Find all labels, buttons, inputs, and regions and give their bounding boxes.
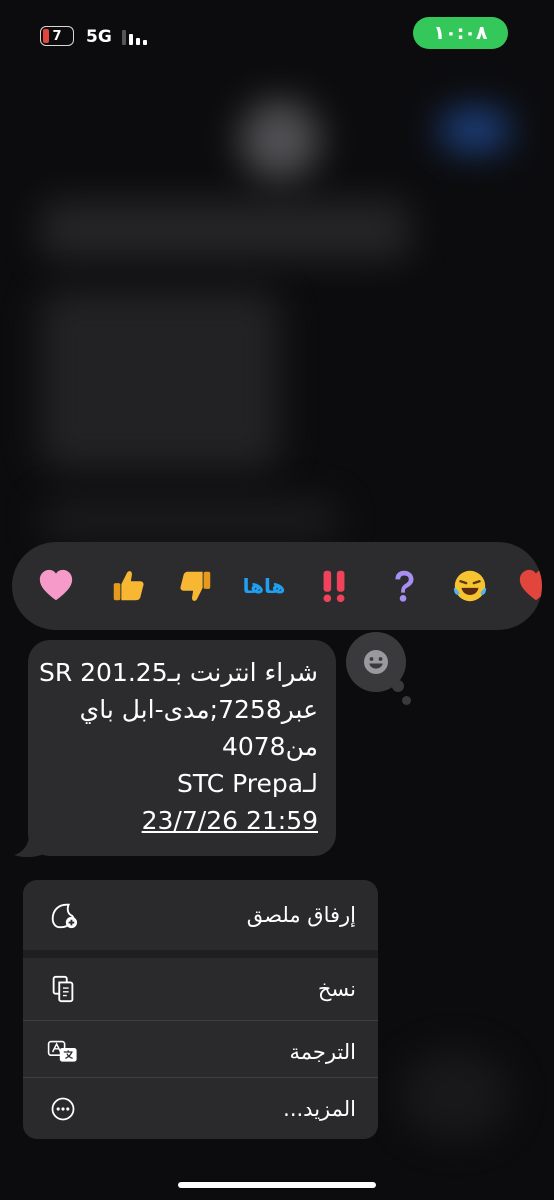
menu-item-label: المزيد... [283, 1097, 356, 1121]
message-line: من4078 [221, 732, 318, 761]
menu-item-copy[interactable]: نسخ [23, 958, 378, 1020]
battery-level: 7 [52, 28, 62, 44]
menu-item-translate[interactable]: الترجمة [23, 1021, 378, 1083]
menu-separator [23, 950, 378, 958]
translate-icon [47, 1036, 79, 1068]
sticker-add-icon [47, 899, 79, 931]
message-date-link[interactable]: 21:59 23/7/26 [46, 802, 318, 839]
reaction-bar: هاها [12, 542, 542, 630]
clock-pill[interactable]: ١٠:٠٨ [413, 17, 508, 49]
blurred-message [40, 500, 340, 540]
menu-item-label: الترجمة [289, 1040, 356, 1064]
status-bar: 7 5G ١٠:٠٨ [0, 0, 554, 70]
message-line: لـSTC Prepa [177, 769, 318, 798]
blurred-element [400, 1050, 510, 1140]
message-line: عبر7258;مدى-ابل باي [79, 695, 318, 724]
menu-item-add-sticker[interactable]: إرفاق ملصق [23, 880, 378, 950]
question-icon[interactable] [380, 562, 428, 610]
bubble-tail-dot [392, 680, 404, 692]
exclamation-icon[interactable] [310, 562, 358, 610]
thumbs-up-icon[interactable] [104, 562, 152, 610]
thumbs-down-icon[interactable] [172, 562, 220, 610]
blurred-header [40, 200, 410, 260]
more-icon [47, 1093, 79, 1125]
blurred-avatar [240, 100, 320, 180]
heart-icon[interactable] [512, 562, 542, 610]
message-bubble[interactable]: شراء انترنت بـSR 201.25 عبر7258;مدى-ابل … [28, 640, 336, 856]
home-indicator[interactable] [178, 1182, 376, 1188]
copy-icon [47, 973, 79, 1005]
message-line: شراء انترنت بـSR 201.25 [38, 658, 318, 687]
haha-reaction[interactable]: هاها [240, 562, 288, 610]
menu-item-more[interactable]: المزيد... [23, 1078, 378, 1139]
blurred-button [440, 110, 510, 150]
context-menu: إرفاق ملصق نسخ الترجمة المزيد... [23, 880, 378, 1139]
menu-item-label: إرفاق ملصق [246, 903, 356, 927]
laughing-face-icon[interactable] [446, 562, 494, 610]
smiley-icon [364, 650, 388, 674]
network-type: 5G [86, 27, 112, 47]
signal-strength-icon [122, 30, 147, 45]
menu-item-label: نسخ [317, 977, 356, 1001]
bubble-tail-dot [402, 696, 411, 705]
heart-icon[interactable] [32, 562, 80, 610]
battery-icon: 7 [40, 26, 74, 46]
blurred-message [40, 290, 280, 470]
